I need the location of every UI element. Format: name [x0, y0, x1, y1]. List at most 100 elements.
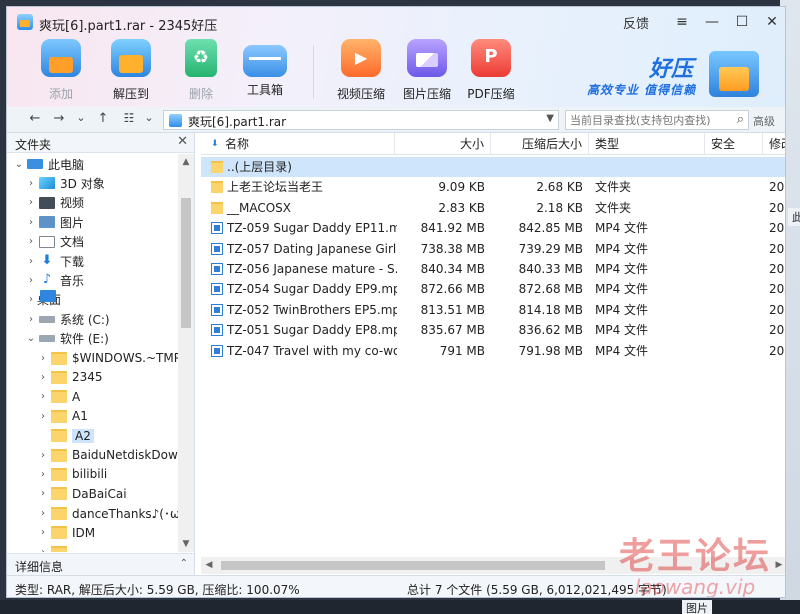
folder-icon: [51, 506, 67, 520]
tree-item[interactable]: › DaBaiCai: [37, 484, 127, 504]
extract-to-button[interactable]: 解压到: [99, 39, 163, 102]
parent-directory-row[interactable]: ..(上层目录): [201, 157, 785, 178]
tree-item[interactable]: › danceThanks♪(･ω･): [37, 503, 179, 523]
tree-item[interactable]: › 图片: [25, 212, 84, 232]
tree-item[interactable]: › 文档: [25, 232, 84, 252]
folder-panel-header: 文件夹 ✕: [7, 133, 194, 153]
chevron-down-icon[interactable]: ⌄: [25, 333, 37, 344]
delete-button[interactable]: 删除: [169, 39, 233, 102]
chevron-right-icon[interactable]: ›: [37, 450, 49, 461]
maximize-button[interactable]: ☐: [727, 11, 757, 33]
details-panel-header[interactable]: 详细信息 ⌃: [7, 553, 195, 575]
file-row[interactable]: TZ-057 Dating Japanese Girl.mp4 738.38 MB…: [201, 239, 785, 259]
view-mode-icon[interactable]: ☷: [119, 111, 139, 125]
chevron-right-icon[interactable]: ›: [25, 197, 37, 208]
tree-item[interactable]: › 3D 对象: [25, 173, 105, 193]
column-security[interactable]: 安全: [705, 133, 763, 155]
chevron-right-icon[interactable]: ›: [25, 294, 37, 305]
history-dropdown-icon[interactable]: ⌄: [71, 111, 91, 124]
search-field[interactable]: ⌕: [565, 110, 749, 130]
chevron-right-icon[interactable]: ›: [37, 488, 49, 499]
path-dropdown-icon[interactable]: ▼: [546, 113, 554, 124]
add-archive-icon: [41, 39, 81, 77]
tree-item[interactable]: ›...: [37, 542, 83, 552]
tree-item[interactable]: › BaiduNetdiskDownload: [37, 445, 179, 465]
column-type[interactable]: 类型: [589, 133, 705, 155]
file-row[interactable]: TZ-059 Sugar Daddy EP11.mp4 841.92 MB 842.…: [201, 218, 785, 238]
tree-item[interactable]: › bilibili: [37, 464, 107, 484]
scroll-down-icon[interactable]: ▼: [178, 536, 194, 552]
column-name[interactable]: ⬇ 名称: [201, 133, 395, 155]
tree-scrollbar[interactable]: ▲ ▼: [178, 154, 194, 552]
chevron-right-icon[interactable]: ›: [37, 469, 49, 480]
file-name: TZ-054 Sugar Daddy EP9.mp4: [227, 282, 397, 297]
minimize-button[interactable]: —: [697, 11, 727, 33]
path-field[interactable]: 爽玩[6].part1.rar ▼: [163, 110, 559, 130]
chevron-right-icon[interactable]: ›: [37, 372, 49, 383]
tree-item[interactable]: › A1: [37, 406, 88, 426]
tree-scroll-thumb[interactable]: [181, 198, 191, 328]
chevron-right-icon[interactable]: ›: [25, 256, 37, 267]
tree-item[interactable]: › 系统 (C:): [25, 309, 110, 329]
column-size[interactable]: 大小: [395, 133, 491, 155]
add-button[interactable]: 添加: [29, 39, 93, 102]
scroll-up-icon[interactable]: ▲: [178, 154, 194, 170]
back-arrow-icon[interactable]: ←: [25, 111, 45, 126]
pdf-compress-button[interactable]: PDF压缩: [459, 39, 523, 102]
chevron-right-icon[interactable]: ›: [37, 547, 49, 553]
tree-item[interactable]: › ♪ 音乐: [25, 270, 84, 290]
folder-panel-title: 文件夹: [15, 138, 52, 152]
chevron-right-icon[interactable]: ›: [25, 178, 37, 189]
close-button[interactable]: ✕: [757, 11, 785, 33]
chevron-right-icon[interactable]: ›: [37, 411, 49, 422]
file-size: 835.67 MB: [420, 323, 485, 338]
file-row[interactable]: 上老王论坛当老王 9.09 KB 2.68 KB 文件夹 20: [201, 177, 785, 197]
search-input[interactable]: [566, 111, 726, 129]
file-row[interactable]: TZ-051 Sugar Daddy EP8.mp4 835.67 MB 836.6…: [201, 320, 785, 340]
chevron-right-icon[interactable]: ›: [25, 236, 37, 247]
up-arrow-icon[interactable]: ↑: [93, 111, 113, 126]
file-rows: ..(上层目录) 上老王论坛当老王 9.09 KB 2.68 KB 文件夹 20 __MAC…: [201, 157, 785, 361]
chevron-right-icon[interactable]: ›: [37, 527, 49, 538]
tree-item[interactable]: ⌄ 此电脑: [13, 154, 84, 174]
tree-item[interactable]: ›桌面: [25, 289, 61, 310]
chevron-right-icon[interactable]: ›: [37, 353, 49, 364]
chevron-right-icon[interactable]: ›: [25, 314, 37, 325]
forward-arrow-icon[interactable]: →: [49, 111, 69, 126]
tree-item[interactable]: › 视频: [25, 193, 84, 213]
tree-item[interactable]: › ⬇ 下载: [25, 251, 84, 271]
feedback-link[interactable]: 反馈: [623, 13, 649, 32]
scroll-left-icon[interactable]: ◀: [201, 557, 217, 574]
advanced-search-link[interactable]: 高级: [753, 113, 775, 129]
toolbox-button[interactable]: 工具箱: [233, 39, 297, 98]
chevron-right-icon[interactable]: ›: [25, 217, 37, 228]
tree-item[interactable]: › A: [37, 387, 80, 407]
tree-item[interactable]: A2: [37, 426, 94, 446]
video-compress-button[interactable]: 视频压缩: [329, 39, 393, 102]
tree-item-label: 视频: [60, 196, 85, 211]
column-modified[interactable]: 修改: [763, 133, 785, 155]
chevron-right-icon[interactable]: ›: [37, 391, 49, 402]
file-row[interactable]: TZ-047 Travel with my co-worker.mp4 791 M…: [201, 341, 785, 361]
expand-chevron-icon[interactable]: ⌃: [180, 558, 188, 569]
file-row[interactable]: TZ-054 Sugar Daddy EP9.mp4 872.66 MB 872.6…: [201, 279, 785, 299]
search-icon[interactable]: ⌕: [737, 112, 744, 127]
column-packed-size[interactable]: 压缩后大小: [491, 133, 589, 155]
close-panel-icon[interactable]: ✕: [177, 134, 188, 149]
list-scroll-thumb[interactable]: [221, 561, 605, 570]
tree-item[interactable]: ⌄ 软件 (E:): [25, 329, 109, 349]
view-mode-dropdown-icon[interactable]: ⌄: [139, 111, 159, 124]
chevron-down-icon[interactable]: ⌄: [13, 159, 25, 170]
file-row[interactable]: TZ-052 TwinBrothers EP5.mp4 813.51 MB 814.…: [201, 300, 785, 320]
menu-icon[interactable]: ≡: [667, 11, 697, 33]
file-row[interactable]: __MACOSX 2.83 KB 2.18 KB 文件夹 20: [201, 198, 785, 218]
image-compress-button[interactable]: 图片压缩: [395, 39, 459, 102]
file-row[interactable]: TZ-056 Japanese mature - S.mp4 840.34 MB 8…: [201, 259, 785, 279]
tree-item[interactable]: › $WINDOWS.~TMP: [37, 348, 179, 368]
file-packed: 840.33 MB: [518, 261, 583, 276]
tree-item[interactable]: › IDM: [37, 523, 95, 543]
scroll-right-icon[interactable]: ▶: [771, 557, 785, 574]
chevron-right-icon[interactable]: ›: [25, 275, 37, 286]
tree-item[interactable]: › 2345: [37, 367, 103, 387]
chevron-right-icon[interactable]: ›: [37, 508, 49, 519]
